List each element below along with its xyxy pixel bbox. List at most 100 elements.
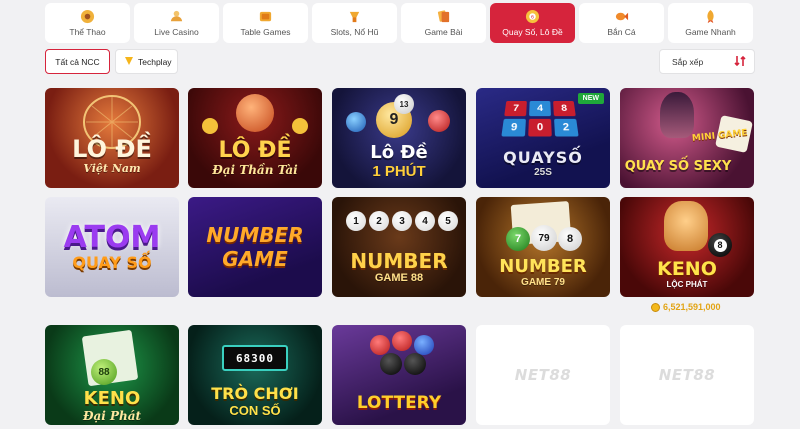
- gold-coin-icon: [202, 118, 218, 134]
- game-title: KENO: [657, 257, 717, 280]
- soccer-ball-icon: [80, 9, 95, 24]
- category-tabs: Thể Thao Live Casino Table Games Slots, …: [45, 3, 757, 43]
- game-card-lottery[interactable]: LOTTERY: [332, 325, 466, 425]
- game-subtitle: Đại Phát: [82, 409, 142, 423]
- lottery-ball: [346, 112, 366, 132]
- lottery-ball: 2: [369, 211, 389, 231]
- game-title: LOTTERY: [356, 392, 442, 413]
- jackpot-value: 6,521,591,000: [663, 302, 721, 312]
- game-card-lo-de-viet-nam[interactable]: LÔ ĐỀ Việt Nam: [45, 88, 179, 188]
- filter-techplay-label: Techplay: [138, 56, 172, 67]
- game-title: QUAYSỐ: [503, 148, 583, 167]
- lottery-ball: 13: [394, 94, 414, 114]
- lottery-ball: [380, 353, 402, 375]
- game-subtitle: Việt Nam: [83, 161, 141, 175]
- tab-live-casino[interactable]: Live Casino: [134, 3, 219, 43]
- game-card-lo-de-1-phut[interactable]: 9 13 Lô Đề 1 PHÚT: [332, 88, 466, 188]
- lottery-ball: [414, 335, 434, 355]
- cards-icon: [436, 9, 451, 24]
- tab-game-nhanh[interactable]: Game Nhanh: [668, 3, 753, 43]
- game-card-placeholder[interactable]: NET88: [620, 325, 754, 425]
- game-card-quay-so-25s[interactable]: NEW 7 4 8 9 0 2 QUAYSỐ 25S: [476, 88, 610, 188]
- game-card-tro-choi-con-so[interactable]: 68300 TRÒ CHƠI CON SỐ: [188, 325, 322, 425]
- lottery-ball: [370, 335, 390, 355]
- game-card-number-game-79[interactable]: 7 79 8 NUMBER GAME 79: [476, 197, 610, 297]
- game-card-number-game-88[interactable]: 1 2 3 4 5 NUMBER GAME 88: [332, 197, 466, 297]
- game-subtitle: 25S: [534, 167, 552, 178]
- game-card-keno-dai-phat[interactable]: 88 KENO Đại Phát: [45, 325, 179, 425]
- number-tile: 7: [504, 100, 527, 117]
- god-of-wealth-figure: [236, 94, 274, 132]
- gold-coin-icon: [292, 118, 308, 134]
- techplay-logo-icon: [124, 56, 134, 68]
- hostess-figure: [660, 92, 694, 138]
- lottery-ball: 8: [558, 227, 582, 251]
- lottery-ball: 3: [392, 211, 412, 231]
- filter-techplay[interactable]: Techplay: [115, 49, 178, 74]
- game-title: NUMBER: [499, 256, 587, 277]
- new-badge: NEW: [577, 93, 604, 104]
- game-title: NUMBER: [206, 223, 304, 247]
- lottery-ball: 4: [415, 211, 435, 231]
- lottery-ball: 5: [438, 211, 458, 231]
- game-subtitle: GAME: [222, 247, 288, 271]
- sort-arrows-icon: [734, 55, 746, 69]
- game-title: Lô Đề: [370, 141, 428, 163]
- tab-label: Bắn Cá: [607, 27, 636, 37]
- number-tile: 2: [554, 118, 579, 137]
- game-card-atom-quay-so[interactable]: ATOM QUAY SỐ: [45, 197, 179, 297]
- game-card-keno-loc-phat[interactable]: 8 KENO LỘC PHÁT: [620, 197, 754, 297]
- game-card-quay-so-sexy[interactable]: MINI GAME QUAY SỐ SEXY: [620, 88, 754, 188]
- filter-all-providers[interactable]: Tất cả NCC: [45, 49, 110, 74]
- game-card-lo-de-dai-than-tai[interactable]: LÔ ĐỀ Đại Thần Tài: [188, 88, 322, 188]
- game-subtitle: Đại Thần Tài: [212, 163, 298, 177]
- game-title: LÔ ĐỀ: [72, 134, 152, 163]
- lottery-ball: 1: [346, 211, 366, 231]
- table-games-icon: [258, 9, 273, 24]
- god-of-wealth-figure: [664, 201, 708, 251]
- sort-button[interactable]: Sắp xếp: [659, 49, 755, 74]
- lottery-ball: 7: [506, 227, 530, 251]
- number-tiles: 7 4 8 9 0 2: [501, 100, 579, 137]
- tab-the-thao[interactable]: Thể Thao: [45, 3, 130, 43]
- tab-label: Quay Số, Lô Đề: [502, 27, 563, 37]
- rocket-icon: [703, 9, 718, 24]
- tab-quay-so-lo-de[interactable]: 6 Quay Số, Lô Đề: [490, 3, 575, 43]
- game-title: KENO: [83, 388, 141, 409]
- svg-text:6: 6: [531, 14, 534, 20]
- tab-ban-ca[interactable]: Bắn Cá: [579, 3, 664, 43]
- sort-label: Sắp xếp: [672, 56, 704, 67]
- provider-filters: Tất cả NCC Techplay: [45, 49, 178, 74]
- lottery-ball: 88: [91, 359, 117, 385]
- tab-slots[interactable]: Slots, Nổ Hũ: [312, 3, 397, 43]
- placeholder-logo: NET88: [514, 366, 572, 384]
- game-title: QUAY SỐ SEXY: [624, 158, 732, 174]
- game-title: ATOM: [63, 220, 161, 255]
- placeholder-logo: NET88: [658, 366, 716, 384]
- game-title: TRÒ CHƠI: [211, 383, 299, 403]
- lottery-ball: 79: [531, 225, 557, 251]
- number-display: 68300: [222, 345, 288, 371]
- tab-table-games[interactable]: Table Games: [223, 3, 308, 43]
- number-tile: 8: [553, 100, 576, 117]
- game-card-number-game[interactable]: NUMBER GAME: [188, 197, 322, 297]
- game-subtitle: CON SỐ: [229, 402, 281, 418]
- filter-all-label: Tất cả NCC: [55, 56, 100, 67]
- lottery-ball: [428, 110, 450, 132]
- game-card-placeholder[interactable]: NET88: [476, 325, 610, 425]
- lottery-ball: [404, 353, 426, 375]
- ball-number: 8: [713, 238, 727, 252]
- game-subtitle: LỘC PHÁT: [666, 279, 708, 289]
- tab-label: Game Nhanh: [685, 27, 736, 37]
- lottery-ball: 8: [708, 233, 732, 257]
- lottery-ball-icon: 6: [525, 9, 540, 24]
- number-tile: 0: [528, 118, 552, 137]
- slot-machine-icon: [347, 9, 362, 24]
- game-title: LÔ ĐỀ: [218, 138, 292, 163]
- tab-label: Live Casino: [154, 27, 199, 37]
- tab-game-bai[interactable]: Game Bài: [401, 3, 486, 43]
- dealer-icon: [169, 9, 184, 24]
- lottery-ball: [392, 331, 412, 351]
- tab-label: Table Games: [240, 27, 291, 37]
- tab-label: Game Bài: [424, 27, 463, 37]
